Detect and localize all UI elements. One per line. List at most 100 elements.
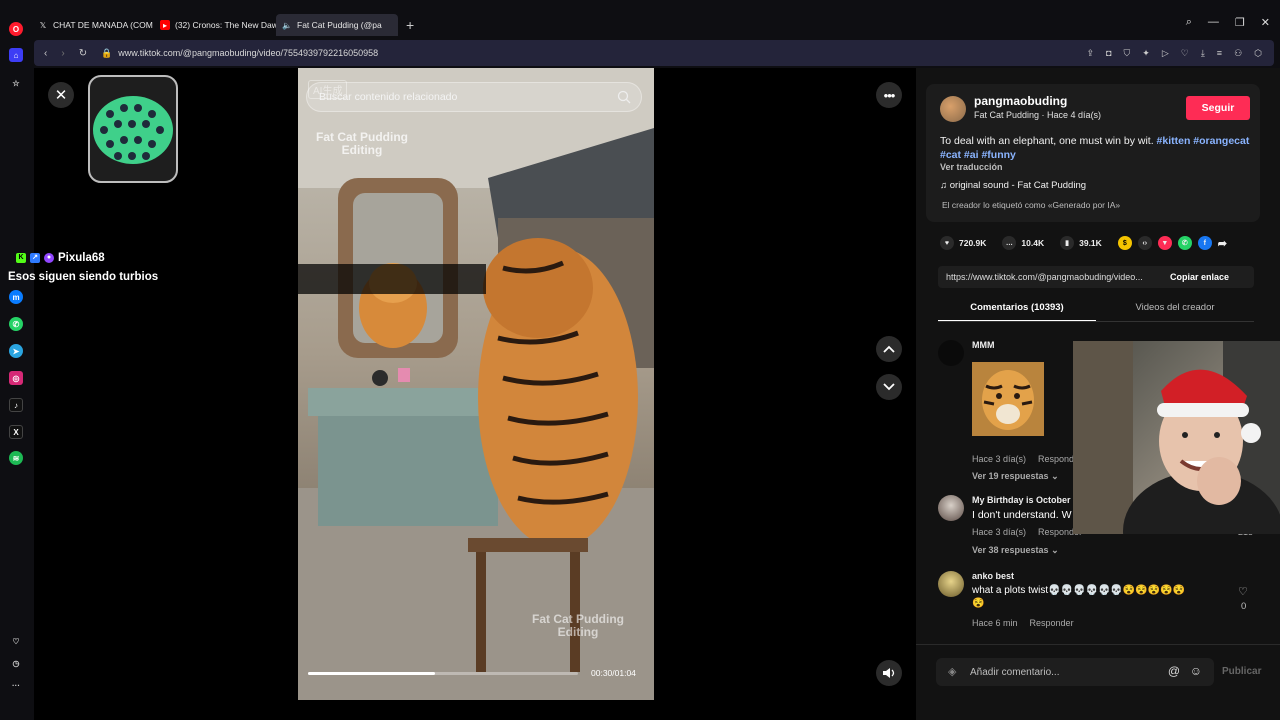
follow-button[interactable]: Seguir	[1186, 96, 1250, 120]
menu-icon[interactable]: ≡	[1217, 48, 1222, 59]
copy-link-button[interactable]: Copiar enlace	[1170, 272, 1229, 282]
sound-link[interactable]: ♫ original sound - Fat Cat Pudding	[940, 180, 1086, 191]
save-count: 39.1K	[1079, 238, 1102, 248]
more-options-button[interactable]: •••	[876, 82, 902, 108]
maximize-icon[interactable]: ❐	[1235, 16, 1245, 29]
emoji-icon[interactable]: ☺	[1190, 664, 1202, 678]
close-video-button[interactable]: ✕	[48, 82, 74, 108]
post-link[interactable]: https://www.tiktok.com/@pangmaobuding/vi…	[938, 272, 1170, 282]
search-placeholder: Buscar contenido relacionado	[319, 91, 458, 103]
shield-icon[interactable]: ⛉	[1124, 48, 1131, 59]
action-bar: ♥ 720.9K … 10.4K ▮ 39.1K $ ‹› ▼ ✆ f ➦	[940, 236, 1227, 250]
comment-button[interactable]: … 10.4K	[1002, 236, 1044, 250]
chevron-down-icon	[883, 383, 895, 391]
opera-logo-icon[interactable]: O	[9, 22, 23, 36]
search-icon[interactable]	[617, 90, 631, 104]
extension-icon[interactable]: ✦	[1142, 48, 1150, 59]
forward-icon[interactable]: ›	[61, 48, 64, 59]
new-tab-button[interactable]: +	[406, 17, 414, 33]
instagram-icon[interactable]: ◎	[9, 371, 23, 385]
reply-button[interactable]: Responder	[1030, 618, 1074, 628]
video-progress-bar[interactable]	[308, 672, 578, 675]
more-icon[interactable]: ···	[9, 678, 23, 692]
tab-label: (32) Cronos: The New Daw	[175, 20, 276, 30]
chat-message: Esos siguen siendo turbios	[8, 271, 159, 283]
video-player[interactable]	[298, 68, 654, 700]
next-video-button[interactable]	[876, 374, 902, 400]
creator-avatar[interactable]	[940, 96, 966, 122]
url-field[interactable]: 🔒 www.tiktok.com/@pangmaobuding/video/75…	[101, 48, 378, 59]
box-icon[interactable]: ⬡	[1254, 48, 1262, 59]
whatsapp-icon[interactable]: ✆	[9, 317, 23, 331]
download-icon[interactable]: ⤓	[1201, 48, 1205, 59]
minimize-icon[interactable]: —	[1208, 16, 1219, 29]
save-button[interactable]: ▮ 39.1K	[1060, 236, 1102, 250]
previous-video-button[interactable]	[876, 336, 902, 362]
tab-youtube[interactable]: ▸ (32) Cronos: The New Daw	[154, 14, 276, 36]
profile-icon[interactable]: ⚇	[1234, 48, 1242, 59]
close-window-icon[interactable]: ✕	[1261, 16, 1270, 29]
browser-window: O ⌂ ☆ m ✆ ➤ ◎ ♪ X ≋ ♡ ◷ ··· 𝕏 CHAT DE MA…	[0, 0, 1280, 720]
panel-tabs: Comentarios (10393) Videos del creador	[938, 296, 1254, 322]
volume-button[interactable]	[876, 660, 902, 686]
home-icon[interactable]: ⌂	[9, 48, 23, 62]
avatar[interactable]	[938, 495, 964, 521]
spotify-icon[interactable]: ≋	[9, 451, 23, 465]
share-icon[interactable]: ⇪	[1087, 48, 1095, 59]
tab-comments[interactable]: Comentarios (10393)	[938, 296, 1096, 322]
publish-button[interactable]: Publicar	[1222, 666, 1261, 677]
view-replies-button[interactable]: Ver 19 respuestas ⌄	[972, 471, 1059, 482]
mention-icon[interactable]: @	[1168, 664, 1180, 678]
player-icon[interactable]: ▷	[1162, 48, 1169, 59]
view-replies-button[interactable]: Ver 38 respuestas ⌄	[972, 545, 1059, 556]
comment-icon: …	[1002, 236, 1017, 250]
stream-jar-widget	[88, 75, 178, 183]
comment-image[interactable]	[972, 362, 1044, 436]
like-button[interactable]: ♥ 720.9K	[940, 236, 986, 250]
camera-icon[interactable]: ◘	[1106, 48, 1111, 59]
heart-icon[interactable]: ♡	[9, 634, 23, 648]
tiktok-icon[interactable]: ♪	[9, 398, 23, 412]
creator-subtitle: Fat Cat Pudding · Hace 4 día(s)	[974, 110, 1102, 120]
heart-toolbar-icon[interactable]: ♡	[1181, 48, 1189, 59]
creator-username[interactable]: pangmaobuding	[974, 94, 1067, 108]
back-icon[interactable]: ‹	[44, 48, 47, 59]
comment-time: Hace 3 día(s)	[972, 454, 1027, 464]
related-search-input[interactable]: Buscar contenido relacionado	[306, 82, 642, 112]
coin-icon[interactable]: $	[1117, 236, 1132, 250]
watermark-bottom: Fat Cat Pudding Editing	[532, 612, 624, 639]
add-comment-input[interactable]: ◈ Añadir comentario... @ ☺	[936, 658, 1214, 686]
history-icon[interactable]: ◷	[9, 656, 23, 670]
share-arrow-icon[interactable]: ➦	[1218, 237, 1227, 250]
search-tabs-icon[interactable]: ⌕	[1186, 16, 1192, 29]
whatsapp-share-icon[interactable]: ✆	[1177, 236, 1192, 250]
webcam-illustration	[1073, 341, 1280, 534]
telegram-icon[interactable]: ➤	[9, 344, 23, 358]
tab-chat-manada[interactable]: 𝕏 CHAT DE MANADA (COM	[32, 14, 154, 36]
facebook-icon[interactable]: f	[1197, 236, 1212, 250]
view-replies-label: Ver 38 respuestas	[972, 545, 1049, 555]
tab-label: CHAT DE MANADA (COM	[53, 20, 153, 30]
video-area: ✕ AI生成 Buscar contenido relacionado Fat …	[34, 68, 916, 720]
view-replies-label: Ver 19 respuestas	[972, 471, 1049, 481]
tab-tiktok[interactable]: 🔈 Fat Cat Pudding (@pa	[276, 14, 398, 36]
send-icon[interactable]: ▼	[1157, 236, 1172, 250]
avatar[interactable]	[938, 340, 964, 366]
video-progress-fill	[308, 672, 435, 675]
embed-icon[interactable]: ‹›	[1137, 236, 1152, 250]
emoji-sticker-icon[interactable]: ◈	[948, 665, 956, 678]
address-bar: ‹ › ↻ 🔒 www.tiktok.com/@pangmaobuding/vi…	[34, 40, 1274, 66]
comment-username[interactable]: MMM	[972, 340, 995, 350]
post-description: To deal with an elephant, one must win b…	[940, 134, 1250, 162]
x-icon[interactable]: X	[9, 425, 23, 439]
avatar[interactable]	[938, 571, 964, 597]
translate-link[interactable]: Ver traducción	[940, 162, 1003, 172]
video-timecode: 00:30/01:04	[591, 668, 636, 678]
reload-icon[interactable]: ↻	[79, 48, 87, 59]
heart-outline-icon[interactable]: ♡	[1238, 585, 1248, 598]
messenger-icon[interactable]: m	[9, 290, 23, 304]
tab-creator-videos[interactable]: Videos del creador	[1096, 296, 1254, 322]
star-icon[interactable]: ☆	[9, 76, 23, 90]
comment-username[interactable]: anko best	[972, 571, 1014, 581]
comment-username[interactable]: My Birthday is October	[972, 495, 1071, 505]
